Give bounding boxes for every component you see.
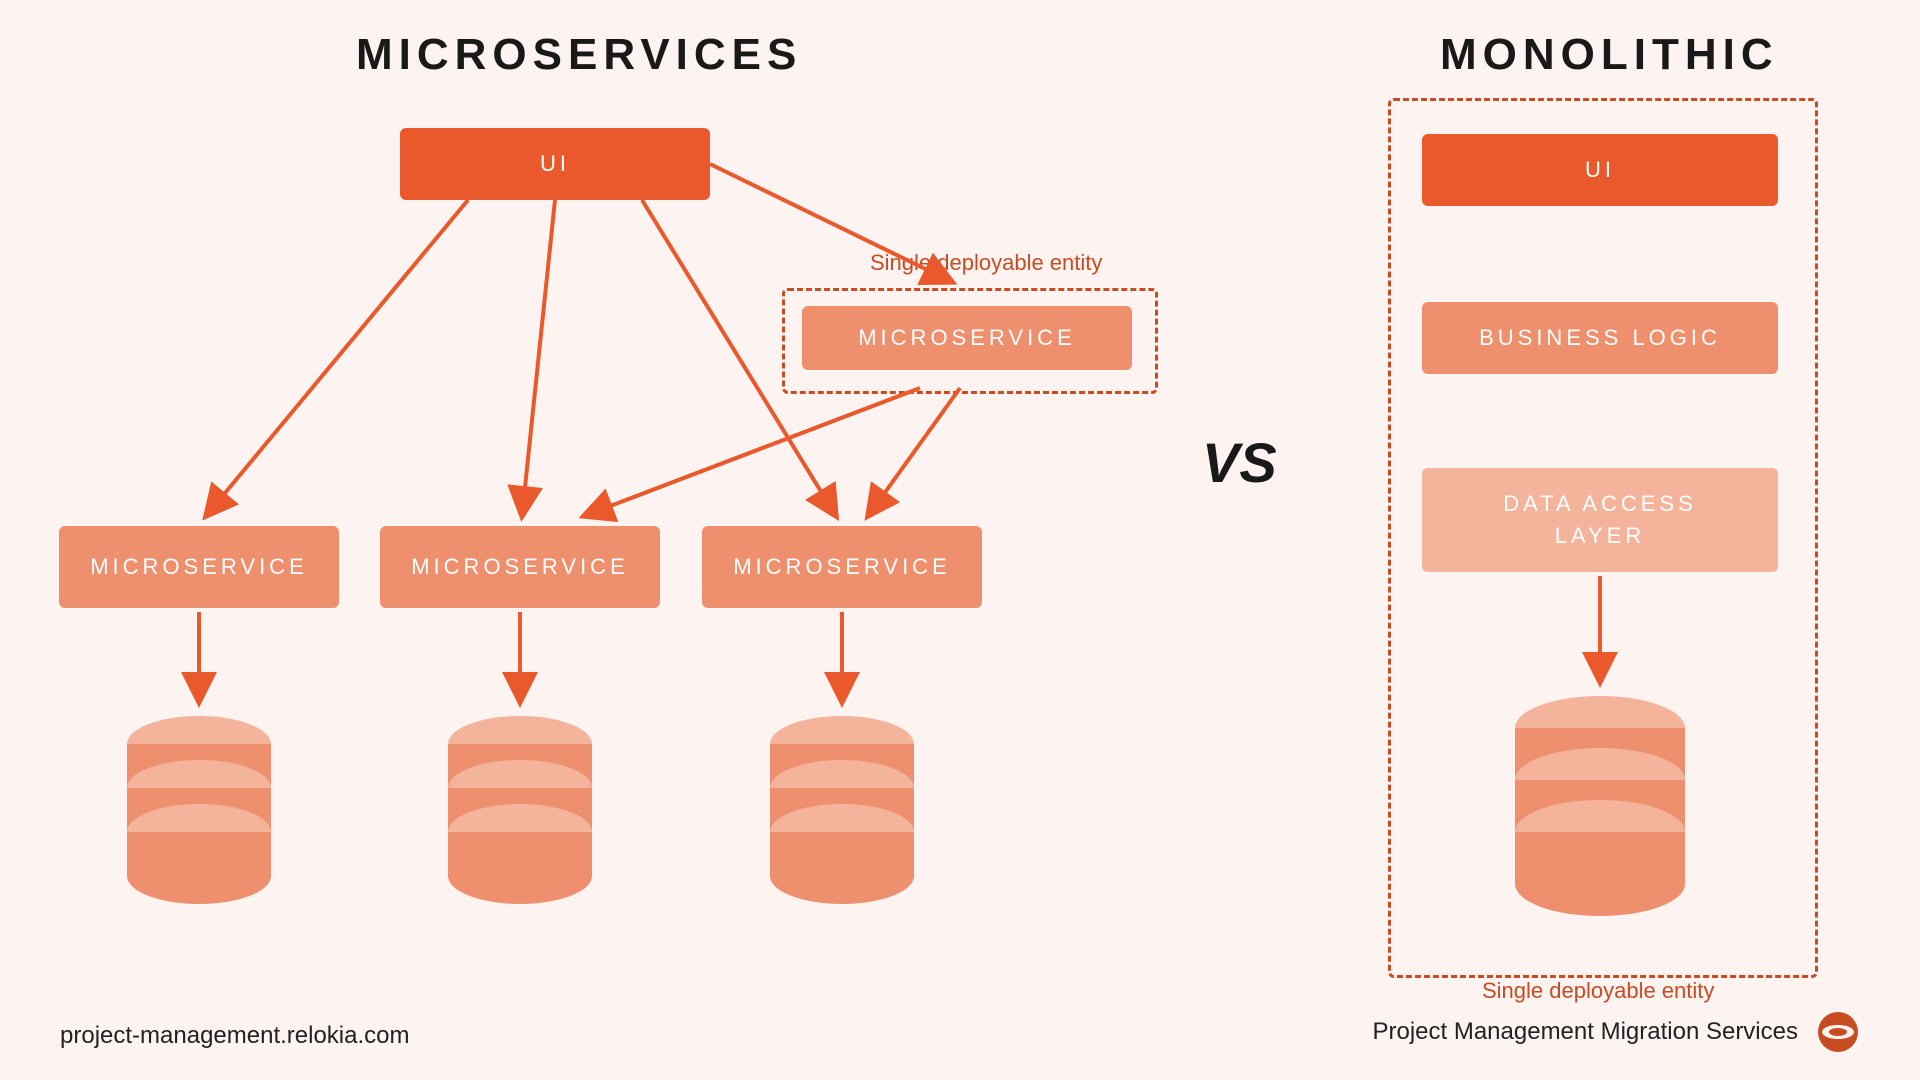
title-microservices: MICROSERVICES: [356, 30, 802, 80]
brand-logo-icon: [1816, 1010, 1860, 1054]
title-monolithic: MONOLITHIC: [1440, 30, 1779, 80]
left-ms4-box: MICROSERVICE: [802, 306, 1132, 370]
db-icon-2: [445, 714, 595, 914]
left-ui-box: UI: [400, 128, 710, 200]
db-icon-right: [1512, 694, 1688, 934]
footer-brand-text: Project Management Migration Services: [1372, 1018, 1798, 1046]
left-ms2-box: MICROSERVICE: [380, 526, 660, 608]
db-icon-1: [124, 714, 274, 914]
right-ui-box: UI: [1422, 134, 1778, 206]
db-icon-3: [767, 714, 917, 914]
right-bl-box: BUSINESS LOGIC: [1422, 302, 1778, 374]
footer-brand: Project Management Migration Services: [1372, 1010, 1860, 1054]
right-annotation: Single deployable entity: [1482, 978, 1714, 1004]
footer-url: project-management.relokia.com: [60, 1022, 410, 1050]
vs-label: VS: [1202, 430, 1277, 495]
diagram-stage: MICROSERVICES MONOLITHIC VS UI MICROSERV…: [0, 0, 1920, 1080]
left-ms3-box: MICROSERVICE: [702, 526, 982, 608]
left-ms1-box: MICROSERVICE: [59, 526, 339, 608]
right-dal-box: DATA ACCESS LAYER: [1422, 468, 1778, 572]
left-annotation: Single deployable entity: [870, 250, 1102, 276]
